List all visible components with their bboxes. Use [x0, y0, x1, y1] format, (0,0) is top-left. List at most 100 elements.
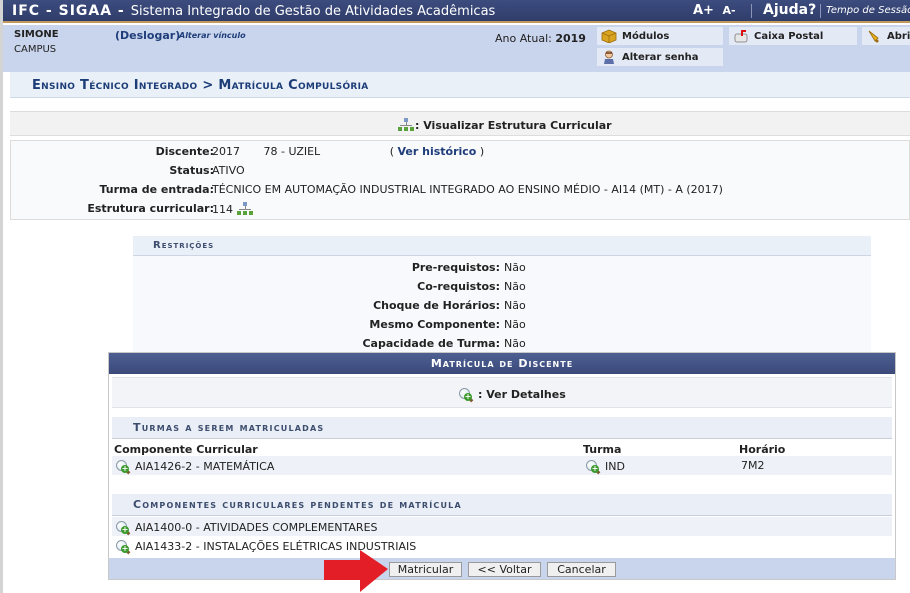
enrollment-title: Matrícula de Discente — [109, 353, 895, 374]
user-info-bar: SIMONE CAMPUS (Deslogar) Alterar vínculo… — [3, 25, 910, 72]
mailbox-icon — [733, 29, 749, 43]
student-info-panel: Discente: 2017 78 - UZIEL ( Ver históric… — [10, 140, 910, 220]
legend-bar: + : Ver Detalhes — [112, 377, 892, 408]
zoom-plus-icon[interactable]: + — [115, 539, 131, 555]
enrollment-panel: Matrícula de Discente + : Ver Detalhes T… — [108, 352, 896, 580]
horario-cell: 7M2 — [741, 459, 765, 472]
restrictions-header: Restrições — [133, 236, 871, 256]
zoom-plus-icon[interactable]: + — [115, 459, 131, 475]
modules-button[interactable]: Módulos — [597, 27, 723, 45]
zoom-plus-icon[interactable]: + — [115, 520, 131, 536]
pending-header: Componentes curriculares pendentes de ma… — [112, 494, 892, 516]
user-campus: CAMPUS — [14, 44, 57, 55]
mailbox-button[interactable]: Caixa Postal — [729, 27, 857, 45]
discente-label: Discente: — [155, 145, 214, 158]
open-ticket-button[interactable]: Abrir — [862, 27, 910, 45]
font-decrease-button[interactable]: A- — [723, 4, 736, 17]
form-actions: Matricular << Voltar Cancelar — [109, 558, 895, 579]
session-time-label: Tempo de Sessão: — [826, 5, 910, 16]
legend-view-structure: : Visualizar Estrutura Curricular — [398, 118, 612, 132]
horario-value: 7M2 — [741, 459, 765, 472]
restriction-value: Não — [504, 299, 526, 312]
current-year-value: 2019 — [555, 32, 586, 45]
restriction-row: Co-requistos: Não — [133, 280, 871, 298]
discente-id: 78 - UZIEL — [263, 145, 321, 158]
system-title: IFC - SIGAA - Sistema Integrado de Gestão… — [12, 3, 495, 19]
list-item: + AIA1400-0 - ATIVIDADES COMPLEMENTARES — [112, 517, 892, 536]
component-cell: + AIA1426-2 - MATEMÁTICA — [115, 459, 275, 475]
restriction-value: Não — [504, 280, 526, 293]
zoom-plus-icon: + — [458, 387, 474, 403]
column-header-component: Componente Curricular — [114, 443, 258, 456]
legend-text: : Ver Detalhes — [478, 388, 566, 401]
font-increase-button[interactable]: A+ — [693, 3, 714, 18]
list-item: + AIA1433-2 - INSTALAÇÕES ELÉTRICAS INDU… — [112, 536, 892, 555]
restriction-value: Não — [504, 337, 526, 350]
pending-component: + AIA1400-0 - ATIVIDADES COMPLEMENTARES — [115, 520, 378, 536]
mailbox-label: Caixa Postal — [754, 30, 824, 42]
change-link-link[interactable]: Alterar vínculo — [179, 31, 246, 40]
legend-view-details: + : Ver Detalhes — [458, 387, 566, 403]
breadcrumb: Ensino Técnico Integrado > Matrícula Com… — [32, 78, 369, 93]
logout-link[interactable]: (Deslogar) — [115, 29, 180, 42]
restrictions-panel: Restrições Pre-requistos: Não Co-requist… — [133, 236, 871, 354]
restriction-value: Não — [504, 318, 526, 331]
turma-value: TÉCNICO EM AUTOMAÇÃO INDUSTRIAL INTEGRAD… — [212, 183, 723, 196]
back-button[interactable]: << Voltar — [468, 562, 541, 577]
restriction-row: Choque de Horários: Não — [133, 299, 871, 317]
breadcrumb-bar: Ensino Técnico Integrado > Matrícula Com… — [10, 72, 910, 98]
column-header-turma: Turma — [583, 443, 622, 456]
turma-row: Turma de entrada: TÉCNICO EM AUTOMAÇÃO I… — [11, 183, 910, 200]
discente-year: 2017 — [212, 145, 240, 158]
status-row: Status: ATIVO — [11, 164, 910, 181]
restriction-label: Pre-requistos: — [411, 261, 500, 274]
estrutura-row: Estrutura curricular: 114 — [11, 202, 910, 219]
restriction-value: Não — [504, 261, 526, 274]
component-name: AIA1426-2 - MATEMÁTICA — [135, 460, 275, 473]
modules-box-icon — [601, 29, 617, 44]
enroll-button[interactable]: Matricular — [389, 562, 462, 577]
change-password-button[interactable]: Alterar senha — [597, 48, 723, 66]
current-year-label: Ano Atual: — [495, 32, 552, 45]
estrutura-value: 114 — [212, 202, 233, 216]
restriction-label: Choque de Horários: — [373, 299, 500, 312]
curriculum-tree-icon[interactable] — [237, 202, 254, 216]
curriculum-tree-icon — [398, 118, 415, 132]
to-enroll-header: Turmas a serem matriculadas — [112, 417, 892, 439]
legend-bar: : Visualizar Estrutura Curricular — [10, 111, 910, 136]
divider — [751, 4, 752, 18]
cancel-button[interactable]: Cancelar — [547, 562, 616, 577]
estrutura-value-wrap: 114 — [212, 202, 254, 216]
user-icon — [601, 50, 617, 64]
turma-value: IND — [605, 460, 625, 473]
paren-close: ) — [479, 145, 485, 158]
table-row: + AIA1426-2 - MATEMÁTICA + IND 7M2 — [112, 456, 892, 475]
system-short-name: IFC - SIGAA - — [12, 3, 125, 19]
paren-open: ( — [389, 145, 394, 158]
restriction-row: Pre-requistos: Não — [133, 261, 871, 279]
legend-text: : Visualizar Estrutura Curricular — [415, 118, 612, 132]
estrutura-label: Estrutura curricular: — [87, 202, 214, 215]
column-header-horario: Horário — [739, 443, 786, 456]
page-left-edge — [0, 0, 3, 593]
turma-label: Turma de entrada: — [99, 183, 214, 196]
font-size-controls: A+ A- — [693, 3, 740, 18]
modules-label: Módulos — [622, 30, 670, 42]
open-ticket-label: Abrir — [887, 30, 910, 42]
student-row: Discente: 2017 78 - UZIEL ( Ver históric… — [11, 145, 910, 162]
pending-title: Componentes curriculares pendentes de ma… — [133, 498, 462, 511]
zoom-plus-icon[interactable]: + — [585, 459, 601, 475]
top-header-bar: IFC - SIGAA - Sistema Integrado de Gestão… — [3, 0, 910, 23]
restriction-label: Mesmo Componente: — [369, 318, 500, 331]
annotation-arrow-icon — [324, 550, 388, 592]
restrictions-title: Restrições — [153, 240, 215, 251]
to-enroll-title: Turmas a serem matriculadas — [133, 421, 325, 434]
status-label: Status: — [169, 164, 214, 177]
bell-icon — [866, 29, 882, 43]
change-password-label: Alterar senha — [622, 51, 699, 63]
view-history-link[interactable]: Ver histórico — [397, 145, 476, 158]
help-link[interactable]: Ajuda? — [763, 2, 816, 18]
system-full-name: Sistema Integrado de Gestão de Atividade… — [130, 4, 496, 19]
restriction-row: Mesmo Componente: Não — [133, 318, 871, 336]
status-value: ATIVO — [212, 164, 245, 177]
